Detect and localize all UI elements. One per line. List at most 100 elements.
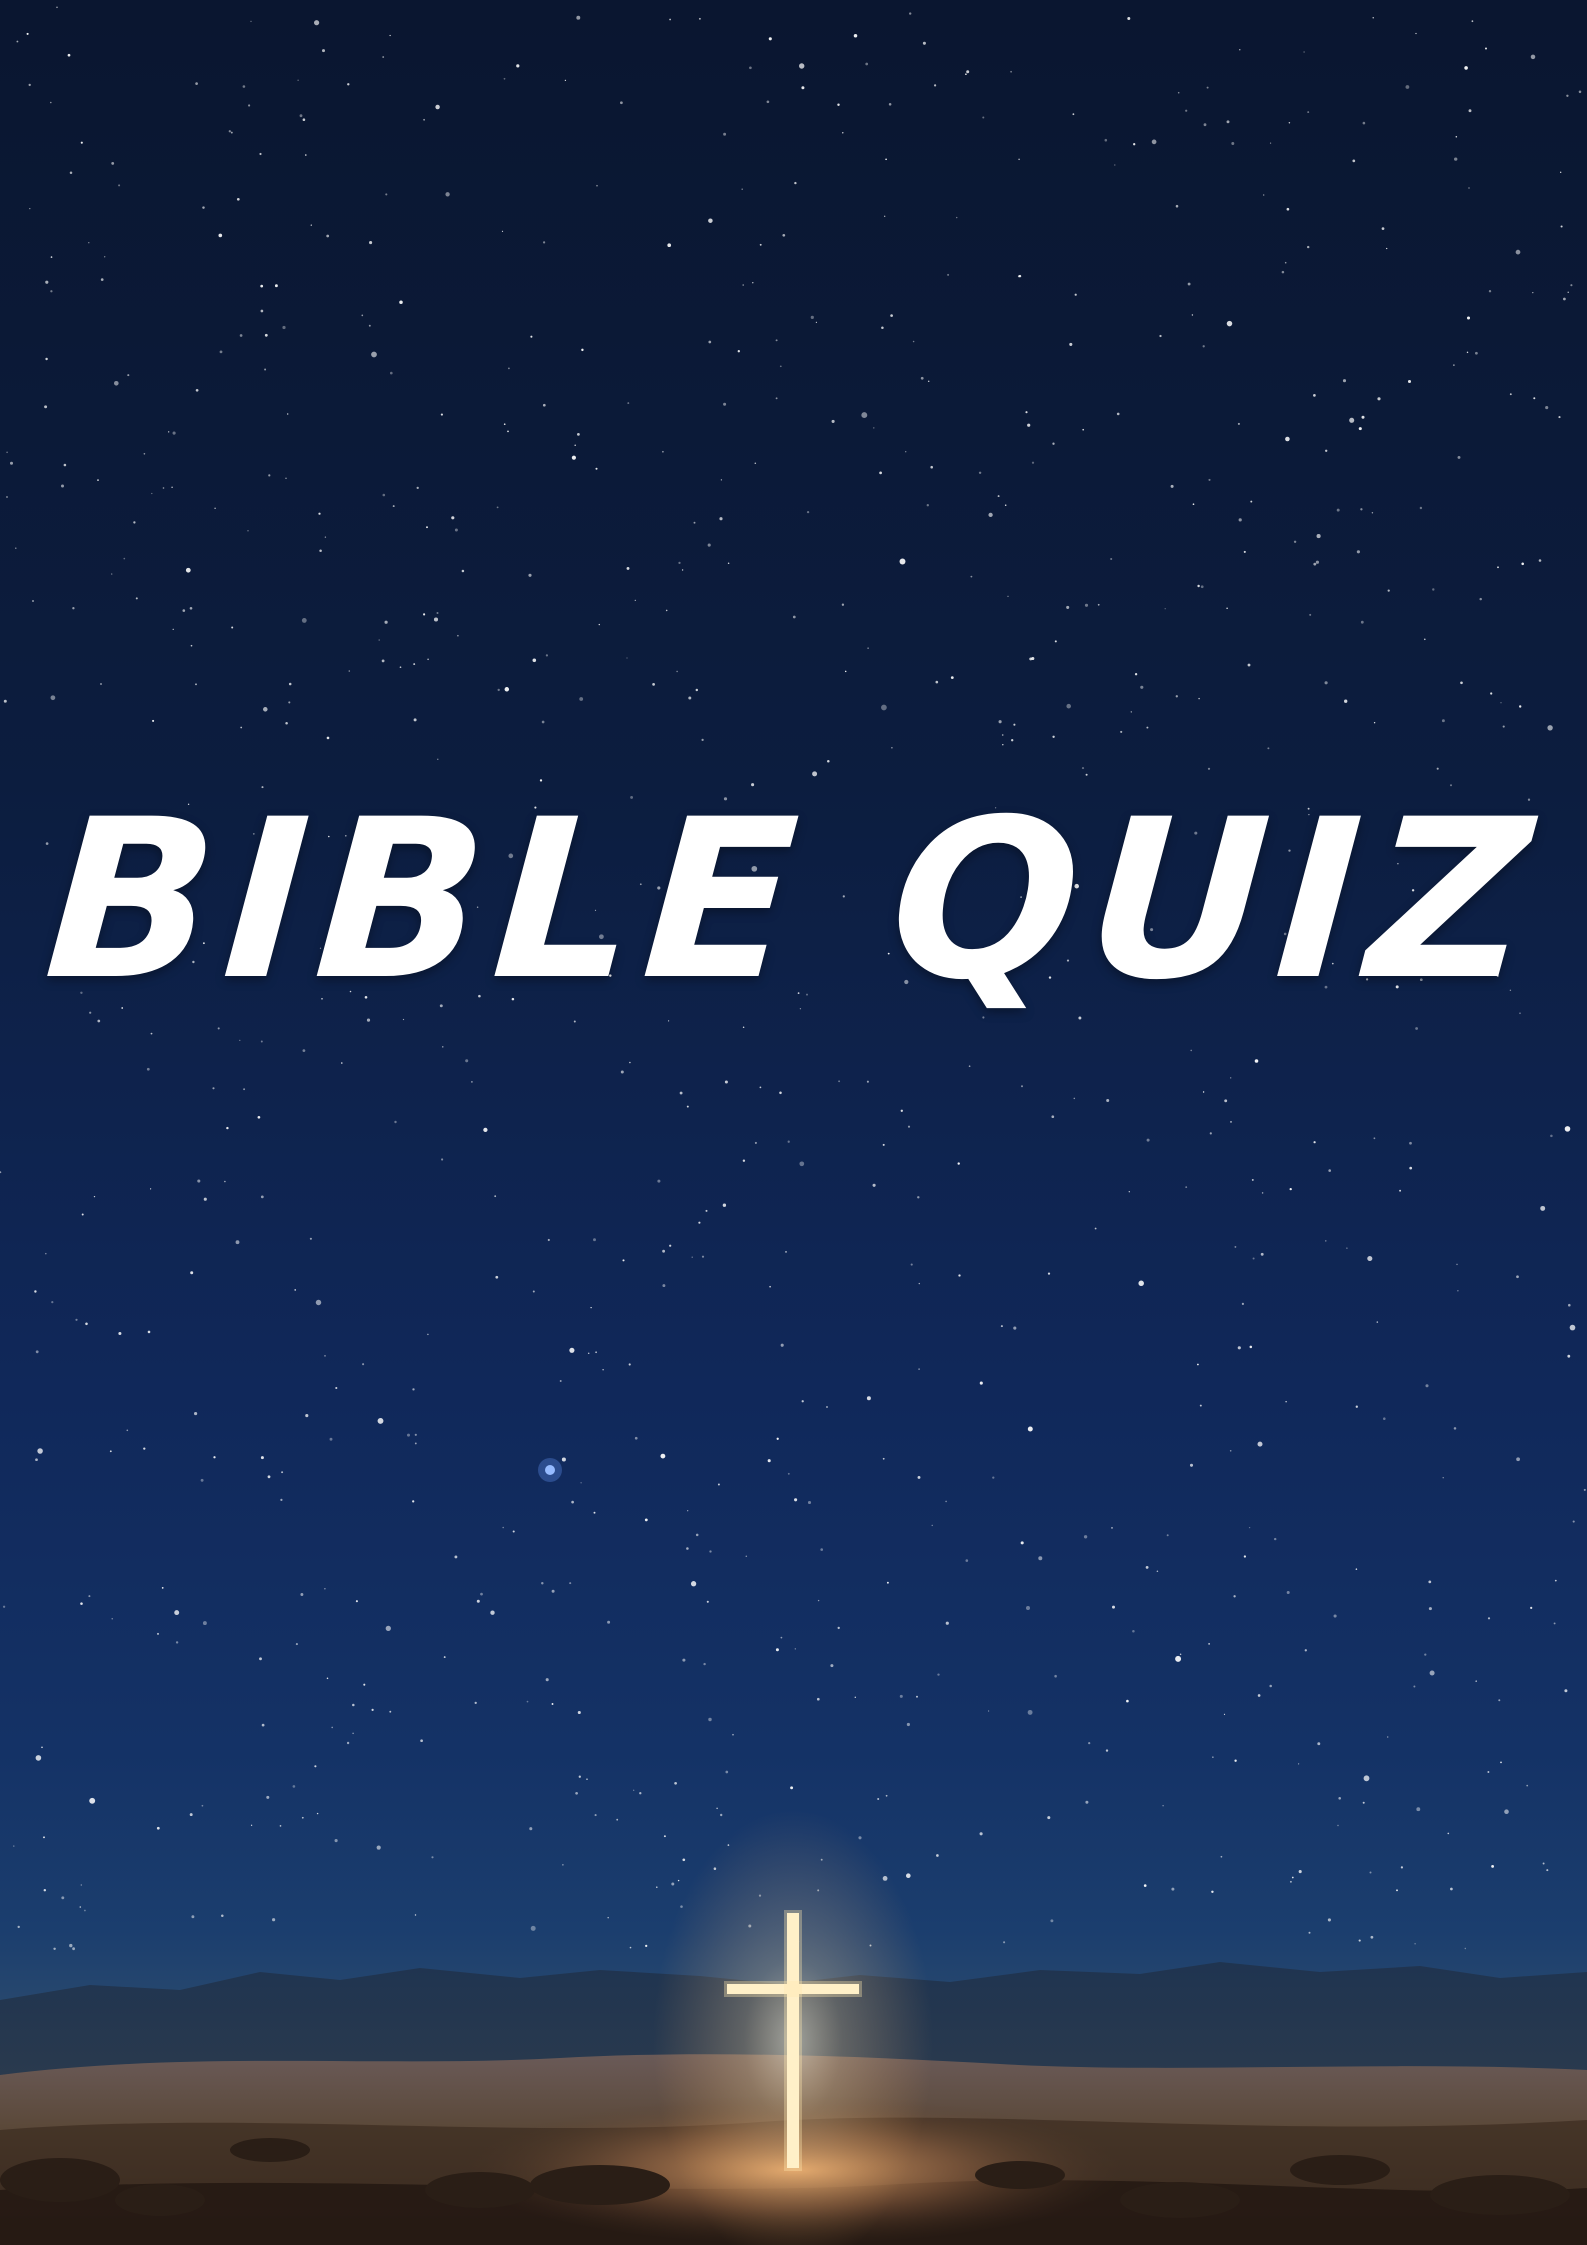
star xyxy=(1530,1606,1533,1610)
star xyxy=(480,1592,483,1596)
star xyxy=(1436,767,1439,770)
star xyxy=(236,197,240,201)
star xyxy=(562,1864,564,1866)
star xyxy=(920,376,924,380)
star xyxy=(441,1158,444,1161)
star xyxy=(28,83,31,87)
star xyxy=(622,1259,625,1262)
star xyxy=(50,256,53,258)
star xyxy=(759,1086,762,1089)
star xyxy=(1405,85,1410,89)
star xyxy=(1133,143,1136,146)
star xyxy=(1081,767,1085,770)
star xyxy=(853,33,858,38)
star xyxy=(369,241,373,245)
star xyxy=(1209,1132,1212,1135)
star xyxy=(133,521,136,524)
star xyxy=(88,242,90,244)
star xyxy=(1502,725,1505,728)
star xyxy=(1020,1541,1024,1545)
star xyxy=(288,682,292,686)
star xyxy=(571,455,576,460)
star xyxy=(243,1088,246,1091)
star xyxy=(723,132,727,136)
star xyxy=(593,1238,596,1242)
star xyxy=(3,699,7,703)
star xyxy=(1425,1384,1429,1388)
star xyxy=(44,405,48,409)
star xyxy=(1054,1674,1057,1678)
star xyxy=(1313,1141,1316,1144)
star xyxy=(1515,249,1521,255)
star xyxy=(454,528,458,532)
star xyxy=(118,1331,122,1336)
star xyxy=(720,1813,723,1817)
star xyxy=(716,1807,718,1810)
star xyxy=(1454,157,1458,161)
star xyxy=(881,326,884,330)
star xyxy=(838,1080,841,1083)
star xyxy=(266,1795,270,1799)
star xyxy=(1001,734,1004,736)
star xyxy=(1111,1527,1113,1529)
star xyxy=(1126,1699,1129,1703)
star xyxy=(741,188,743,190)
star xyxy=(742,1159,746,1162)
star xyxy=(1074,293,1077,296)
star xyxy=(63,463,67,467)
star xyxy=(1453,364,1455,366)
star xyxy=(810,315,814,319)
star xyxy=(377,1417,384,1424)
star xyxy=(691,1256,693,1258)
star xyxy=(413,718,417,722)
star xyxy=(1233,1595,1236,1598)
star xyxy=(1151,139,1157,145)
star xyxy=(705,1209,708,1212)
star xyxy=(775,1648,779,1652)
star xyxy=(1094,1227,1097,1230)
star xyxy=(420,1739,423,1743)
star xyxy=(13,1845,15,1847)
star xyxy=(1110,557,1113,561)
star xyxy=(732,1733,734,1736)
star xyxy=(1069,342,1073,346)
star xyxy=(457,634,459,637)
star xyxy=(899,558,906,565)
star xyxy=(542,241,546,244)
star xyxy=(742,284,744,286)
star xyxy=(669,1244,672,1247)
star xyxy=(1316,534,1321,539)
star xyxy=(657,1179,661,1183)
star xyxy=(1288,122,1291,124)
star xyxy=(502,1526,505,1529)
star xyxy=(1252,1257,1255,1260)
star xyxy=(1457,455,1461,459)
star xyxy=(1578,90,1582,94)
star xyxy=(114,381,119,386)
star xyxy=(371,351,377,358)
star xyxy=(1538,559,1542,562)
star xyxy=(426,526,428,529)
star xyxy=(191,1915,195,1919)
star xyxy=(151,492,153,495)
star xyxy=(53,1947,56,1951)
star xyxy=(532,1290,535,1293)
star xyxy=(841,603,845,606)
star xyxy=(1146,1138,1150,1142)
star xyxy=(45,357,48,361)
star xyxy=(264,333,268,337)
star xyxy=(782,233,786,237)
star xyxy=(260,309,264,313)
star xyxy=(1336,508,1340,512)
star xyxy=(1226,120,1230,124)
star xyxy=(1475,351,1478,355)
star xyxy=(72,607,75,610)
star xyxy=(1400,1866,1404,1869)
star xyxy=(820,1548,824,1551)
star xyxy=(1013,1326,1017,1330)
star xyxy=(1442,1477,1444,1479)
star xyxy=(260,1456,264,1460)
star xyxy=(490,1610,495,1615)
star xyxy=(1156,1570,1159,1572)
star xyxy=(717,1483,720,1486)
